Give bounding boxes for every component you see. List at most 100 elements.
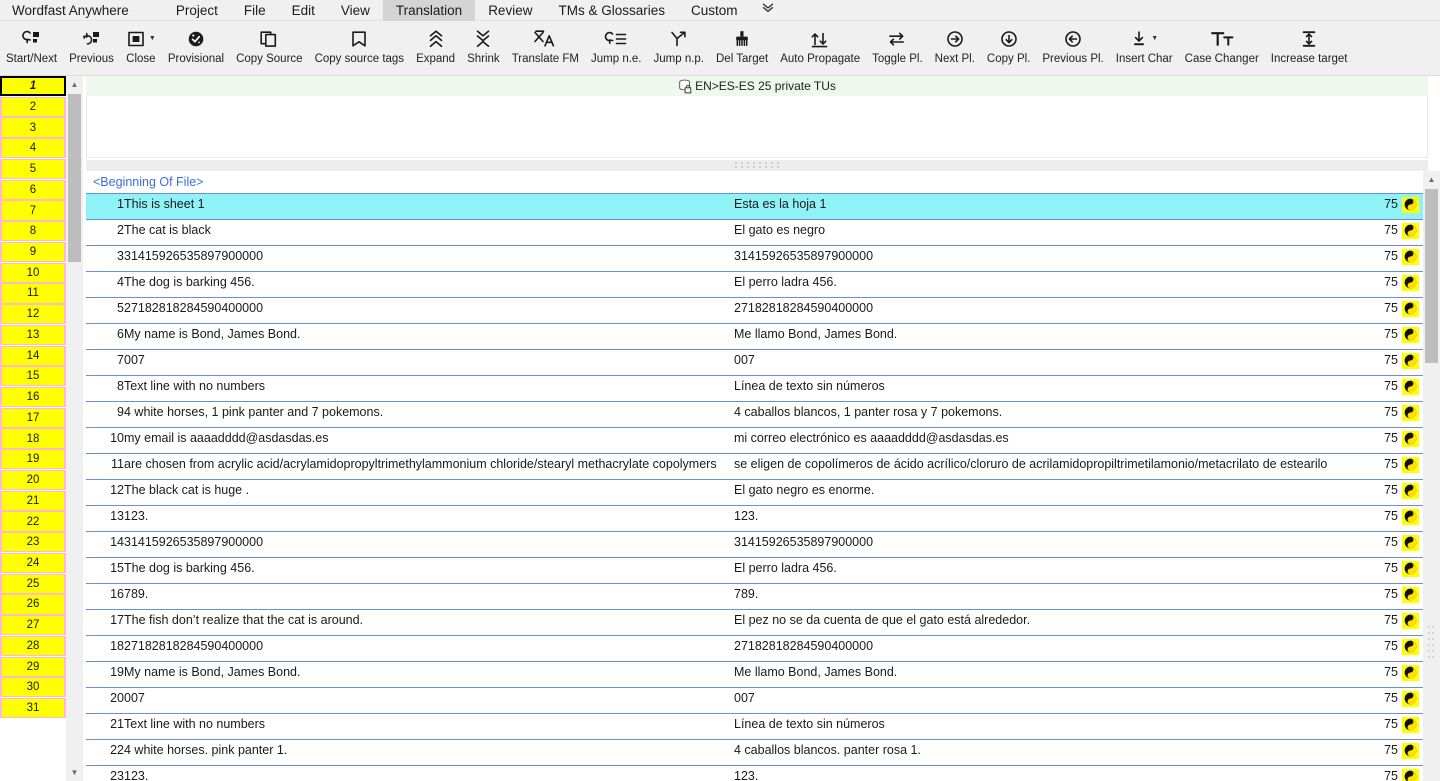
grid-scrollbar-thumb[interactable] xyxy=(1425,189,1438,363)
menu-item-review[interactable]: Review xyxy=(475,0,545,21)
source-cell[interactable]: My name is Bond, James Bond. xyxy=(124,661,734,688)
gutter-row-18[interactable]: 18 xyxy=(0,428,66,449)
segment-status-badge[interactable] xyxy=(1398,427,1423,454)
yin-yang-icon[interactable] xyxy=(1402,639,1419,655)
grid-scrollbar[interactable]: ▲ xyxy=(1423,171,1440,781)
table-row[interactable]: 21 Text line with no numbers Línea de text… xyxy=(86,713,1423,740)
table-row[interactable]: 19 My name is Bond, James Bond. Me llamo B… xyxy=(86,661,1423,688)
gutter-row-14[interactable]: 14 xyxy=(0,345,66,366)
source-cell[interactable]: 31415926535897900000 xyxy=(124,531,734,558)
gutter-row-9[interactable]: 9 xyxy=(0,241,66,263)
gutter-row-1[interactable]: 1 xyxy=(0,76,66,97)
toolbar-button-start-next[interactable]: Start/Next xyxy=(0,21,63,75)
yin-yang-icon[interactable] xyxy=(1402,561,1419,577)
target-cell[interactable]: 4 caballos blancos, 1 panter rosa y 7 po… xyxy=(734,401,1364,428)
table-row[interactable]: 18 27182818284590400000 271828182845904000… xyxy=(86,635,1423,662)
menu-item-project[interactable]: Project xyxy=(163,0,231,21)
segment-status-badge[interactable] xyxy=(1398,375,1423,402)
toolbar-button-jump-n-p[interactable]: Jump n.p. xyxy=(648,21,711,75)
yin-yang-icon[interactable] xyxy=(1402,613,1419,629)
source-cell[interactable]: My name is Bond, James Bond. xyxy=(124,323,734,350)
source-cell[interactable]: 007 xyxy=(124,349,734,376)
segment-status-badge[interactable] xyxy=(1398,297,1423,324)
gutter-row-25[interactable]: 25 xyxy=(0,573,66,594)
target-cell[interactable]: 27182818284590400000 xyxy=(734,635,1364,662)
segment-status-badge[interactable] xyxy=(1398,479,1423,506)
target-cell[interactable]: El perro ladra 456. xyxy=(734,271,1364,298)
gutter-row-15[interactable]: 15 xyxy=(0,366,66,387)
gutter-row-23[interactable]: 23 xyxy=(0,532,66,553)
table-row[interactable]: 12 The black cat is huge . El gato negro e… xyxy=(86,479,1423,506)
yin-yang-icon[interactable] xyxy=(1402,431,1419,447)
table-row[interactable]: 20 007 007 75 xyxy=(86,687,1423,714)
segment-status-badge[interactable] xyxy=(1398,271,1423,298)
table-row[interactable]: 2 The cat is black El gato es negro 75 xyxy=(86,219,1423,246)
source-cell[interactable]: 4 white horses. pink panter 1. xyxy=(124,739,734,766)
gutter-row-28[interactable]: 28 xyxy=(0,635,66,657)
yin-yang-icon[interactable] xyxy=(1402,197,1419,213)
source-cell[interactable]: my email is aaaadddd@asdasdas.es xyxy=(124,427,734,454)
menu-item-view[interactable]: View xyxy=(328,0,383,21)
yin-yang-icon[interactable] xyxy=(1402,535,1419,551)
source-cell[interactable]: The dog is barking 456. xyxy=(124,271,734,298)
source-cell[interactable]: The cat is black xyxy=(124,219,734,246)
source-cell[interactable]: 27182818284590400000 xyxy=(124,297,734,324)
table-row[interactable]: 22 4 white horses. pink panter 1. 4 caball… xyxy=(86,739,1423,766)
target-cell[interactable]: se eligen de copolímeros de ácido acríli… xyxy=(734,453,1364,480)
toolbar-button-copy-source[interactable]: Copy Source xyxy=(230,21,308,75)
toolbar-button-translate-fm[interactable]: Translate FM xyxy=(506,21,585,75)
yin-yang-icon[interactable] xyxy=(1402,249,1419,265)
chevron-double-down-icon[interactable] xyxy=(751,0,785,21)
gutter-row-4[interactable]: 4 xyxy=(0,138,66,159)
source-cell[interactable]: The dog is barking 456. xyxy=(124,557,734,584)
source-cell[interactable]: The fish don’t realize that the cat is a… xyxy=(124,609,734,636)
source-cell[interactable]: are chosen from acrylic acid/acrylamidop… xyxy=(124,453,734,480)
yin-yang-icon[interactable] xyxy=(1402,483,1419,499)
segment-status-badge[interactable] xyxy=(1398,531,1423,558)
gutter-row-21[interactable]: 21 xyxy=(0,490,66,511)
source-cell[interactable]: Text line with no numbers xyxy=(124,713,734,740)
segment-status-badge[interactable] xyxy=(1398,401,1423,428)
target-cell[interactable]: El perro ladra 456. xyxy=(734,557,1364,584)
table-row[interactable]: 94 white horses, 1 pink panter and 7 pok… xyxy=(86,401,1423,428)
table-row[interactable]: 23 123. 123. 75 xyxy=(86,765,1423,781)
toolbar-button-next-pl[interactable]: Next Pl. xyxy=(929,21,981,75)
segment-status-badge[interactable] xyxy=(1398,609,1423,636)
gutter-row-16[interactable]: 16 xyxy=(0,387,66,408)
yin-yang-icon[interactable] xyxy=(1402,223,1419,239)
toolbar-button-close[interactable]: ▼ Close xyxy=(120,21,162,75)
yin-yang-icon[interactable] xyxy=(1402,743,1419,759)
target-cell[interactable]: Línea de texto sin números xyxy=(734,713,1364,740)
toolbar-button-case-changer[interactable]: Case Changer xyxy=(1179,21,1265,75)
gutter-row-22[interactable]: 22 xyxy=(0,511,66,532)
source-cell[interactable]: 789. xyxy=(124,583,734,610)
segment-status-badge[interactable] xyxy=(1398,765,1423,781)
yin-yang-icon[interactable] xyxy=(1402,275,1419,291)
yin-yang-icon[interactable] xyxy=(1402,587,1419,603)
target-cell[interactable]: Esta es la hoja 1 xyxy=(734,193,1364,220)
menu-item-tms-glossaries[interactable]: TMs & Glossaries xyxy=(545,0,678,21)
gutter-row-12[interactable]: 12 xyxy=(0,304,66,325)
yin-yang-icon[interactable] xyxy=(1402,509,1419,525)
table-row[interactable]: 11 are chosen from acrylic acid/acrylamid… xyxy=(86,453,1423,480)
gutter-row-26[interactable]: 26 xyxy=(0,594,66,615)
toolbar-button-provisional[interactable]: Provisional xyxy=(162,21,230,75)
toolbar-button-toggle-pl[interactable]: Toggle Pl. xyxy=(866,21,929,75)
target-cell[interactable]: 789. xyxy=(734,583,1364,610)
gutter-row-27[interactable]: 27 xyxy=(0,615,66,636)
toolbar-button-previous[interactable]: Previous xyxy=(63,21,120,75)
gutter-row-11[interactable]: 11 xyxy=(0,283,66,304)
segment-status-badge[interactable] xyxy=(1398,193,1423,220)
segment-status-badge[interactable] xyxy=(1398,661,1423,688)
horizontal-splitter[interactable] xyxy=(86,160,1428,171)
gutter-row-6[interactable]: 6 xyxy=(0,179,66,200)
yin-yang-icon[interactable] xyxy=(1402,717,1419,733)
yin-yang-icon[interactable] xyxy=(1402,327,1419,343)
gutter-row-30[interactable]: 30 xyxy=(0,677,66,698)
source-cell[interactable]: Text line with no numbers xyxy=(124,375,734,402)
gutter-row-13[interactable]: 13 xyxy=(0,324,66,345)
toolbar-button-previous-pl[interactable]: Previous Pl. xyxy=(1036,21,1109,75)
gutter-row-2[interactable]: 2 xyxy=(0,96,66,117)
gutter-scrollbar[interactable]: ▲ ▼ xyxy=(66,76,83,781)
segment-status-badge[interactable] xyxy=(1398,505,1423,532)
